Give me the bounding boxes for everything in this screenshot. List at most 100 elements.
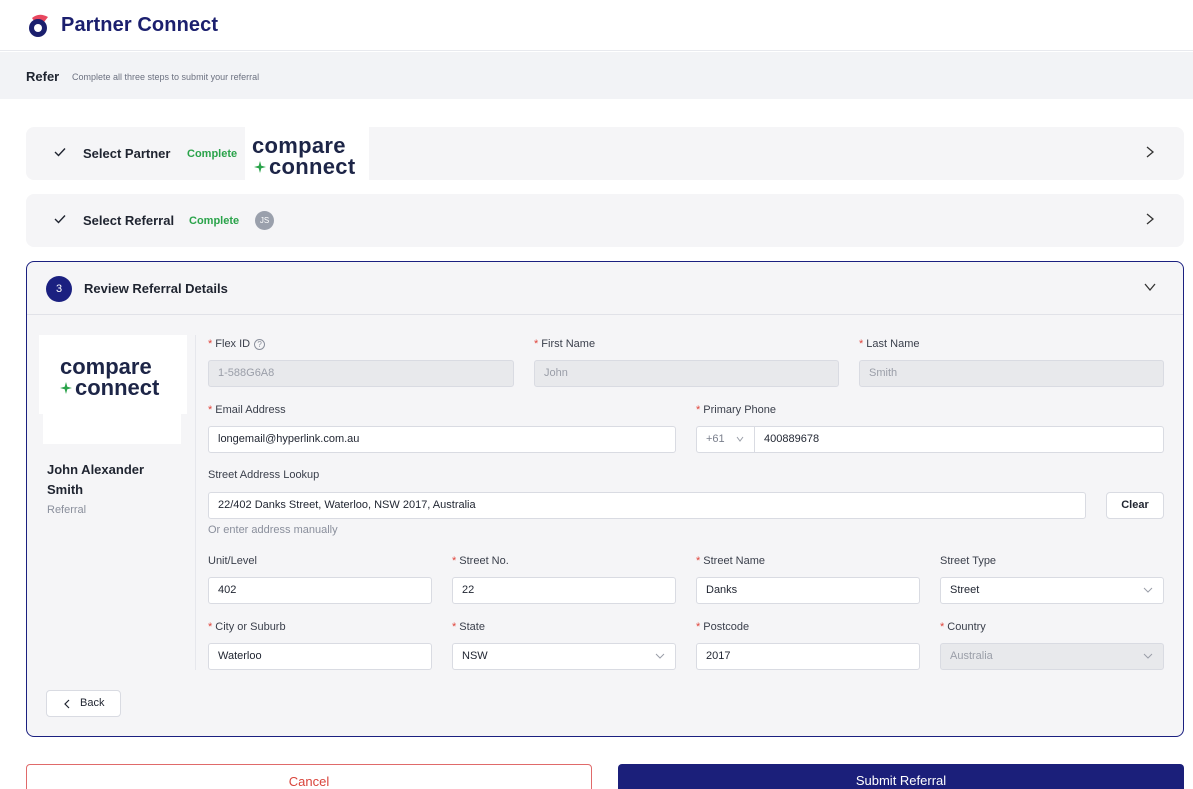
help-icon[interactable]: ? bbox=[254, 339, 266, 350]
last-name-field: Smith bbox=[859, 360, 1164, 387]
brand[interactable]: Partner Connect bbox=[26, 12, 218, 38]
postcode-field[interactable]: 2017 bbox=[696, 643, 920, 670]
partner-logo: compare connect bbox=[245, 127, 369, 180]
panel-header[interactable]: 3 Review Referral Details bbox=[27, 262, 1183, 315]
required-mark: * bbox=[696, 621, 701, 633]
required-mark: * bbox=[452, 621, 457, 633]
state-value: NSW bbox=[462, 650, 488, 662]
step-status-badge: Complete bbox=[189, 215, 240, 227]
required-mark: * bbox=[208, 404, 213, 416]
country-value: Australia bbox=[950, 650, 993, 662]
chevron-down-icon bbox=[1143, 653, 1153, 659]
enter-address-manually-link[interactable]: Or enter address manually bbox=[208, 524, 338, 536]
logo-line-2-wrap: connect bbox=[58, 375, 159, 401]
page-title: Refer bbox=[26, 69, 60, 84]
required-mark: * bbox=[859, 338, 864, 350]
step-label: Review Referral Details bbox=[84, 281, 228, 296]
city-label: * City or Suburb bbox=[208, 621, 286, 633]
label-text: Street Name bbox=[703, 555, 766, 567]
unit-label: Unit/Level bbox=[208, 555, 257, 567]
chevron-right-icon[interactable] bbox=[1144, 212, 1156, 226]
step-label: Select Partner bbox=[83, 146, 171, 161]
postcode-label: * Postcode bbox=[696, 621, 749, 633]
required-mark: * bbox=[208, 621, 213, 633]
chevron-down-icon[interactable] bbox=[1143, 281, 1157, 293]
label-text: Primary Phone bbox=[703, 404, 777, 416]
cancel-button[interactable]: Cancel bbox=[26, 764, 592, 789]
page-hint: Complete all three steps to submit your … bbox=[72, 72, 260, 82]
check-icon bbox=[54, 215, 66, 224]
referral-name: John Alexander Smith bbox=[47, 462, 145, 497]
phone-label: * Primary Phone bbox=[696, 404, 776, 416]
country-label: * Country bbox=[940, 621, 986, 633]
label-text: Last Name bbox=[866, 338, 920, 350]
sparkle-icon bbox=[60, 382, 72, 394]
street-type-select[interactable]: Street bbox=[940, 577, 1164, 604]
street-no-label: * Street No. bbox=[452, 555, 509, 567]
required-mark: * bbox=[534, 338, 539, 350]
back-button[interactable]: Back bbox=[46, 690, 121, 717]
country-code-select[interactable]: +61 bbox=[696, 426, 755, 453]
step-select-partner[interactable]: Select Partner Complete compare connect bbox=[26, 127, 1184, 180]
chevron-left-icon bbox=[64, 699, 70, 709]
label-text: State bbox=[459, 621, 485, 633]
flex-id-field: 1-588G6A8 bbox=[208, 360, 514, 387]
sidebar-partner-logo: compare connect bbox=[39, 335, 187, 414]
address-lookup-label: Street Address Lookup bbox=[208, 469, 320, 481]
step-review-referral-panel: 3 Review Referral Details compare connec… bbox=[26, 261, 1184, 737]
street-no-field[interactable]: 22 bbox=[452, 577, 676, 604]
divider bbox=[195, 335, 196, 670]
submit-referral-button[interactable]: Submit Referral bbox=[618, 764, 1184, 789]
sparkle-icon bbox=[254, 161, 266, 173]
logo-line-2: connect bbox=[269, 154, 356, 179]
address-lookup-field[interactable]: 22/402 Danks Street, Waterloo, NSW 2017,… bbox=[208, 492, 1086, 519]
unit-field[interactable]: 402 bbox=[208, 577, 432, 604]
label-text: First Name bbox=[541, 338, 596, 350]
first-name-field: John bbox=[534, 360, 839, 387]
label-text: Email Address bbox=[215, 404, 286, 416]
last-name-label: * Last Name bbox=[859, 338, 919, 350]
flex-id-label: * Flex ID? bbox=[208, 338, 266, 350]
required-mark: * bbox=[696, 404, 701, 416]
email-label: * Email Address bbox=[208, 404, 286, 416]
required-mark: * bbox=[696, 555, 701, 567]
label-text: Street No. bbox=[459, 555, 509, 567]
city-field[interactable]: Waterloo bbox=[208, 643, 432, 670]
check-icon bbox=[54, 148, 66, 157]
street-name-field[interactable]: Danks bbox=[696, 577, 920, 604]
referral-role: Referral bbox=[47, 504, 87, 516]
country-select: Australia bbox=[940, 643, 1164, 670]
app-name: Partner Connect bbox=[61, 13, 219, 36]
step-number-badge: 3 bbox=[46, 276, 72, 302]
step-select-referral[interactable]: Select Referral Complete JS bbox=[26, 194, 1184, 247]
first-name-label: * First Name bbox=[534, 338, 595, 350]
state-select[interactable]: NSW bbox=[452, 643, 676, 670]
street-type-value: Street bbox=[950, 584, 980, 596]
label-text: Postcode bbox=[703, 621, 750, 633]
street-type-label: Street Type bbox=[940, 555, 997, 567]
page-header: Refer Complete all three steps to submit… bbox=[0, 52, 1193, 99]
phone-field[interactable]: 400889678 bbox=[754, 426, 1164, 453]
required-mark: * bbox=[208, 338, 213, 350]
country-code-value: +61 bbox=[706, 433, 725, 445]
logo-backdrop bbox=[43, 414, 181, 444]
step-status-badge: Complete bbox=[187, 148, 238, 160]
top-bar: Partner Connect bbox=[0, 0, 1193, 51]
chevron-down-icon bbox=[736, 436, 744, 442]
back-label: Back bbox=[80, 697, 105, 709]
required-mark: * bbox=[452, 555, 457, 567]
chevron-down-icon bbox=[1143, 587, 1153, 593]
chevron-right-icon[interactable] bbox=[1144, 145, 1156, 159]
state-label: * State bbox=[452, 621, 485, 633]
label-text: Country bbox=[947, 621, 986, 633]
avatar: JS bbox=[255, 211, 274, 230]
chevron-down-icon bbox=[655, 653, 665, 659]
label-text: City or Suburb bbox=[215, 621, 286, 633]
email-field[interactable]: longemail@hyperlink.com.au bbox=[208, 426, 676, 453]
label-text: Flex ID bbox=[215, 338, 251, 350]
logo-line-2-wrap: connect bbox=[252, 154, 355, 180]
street-name-label: * Street Name bbox=[696, 555, 765, 567]
clear-button[interactable]: Clear bbox=[1106, 492, 1164, 519]
step-label: Select Referral bbox=[83, 213, 175, 228]
logo-line-2: connect bbox=[75, 375, 160, 400]
